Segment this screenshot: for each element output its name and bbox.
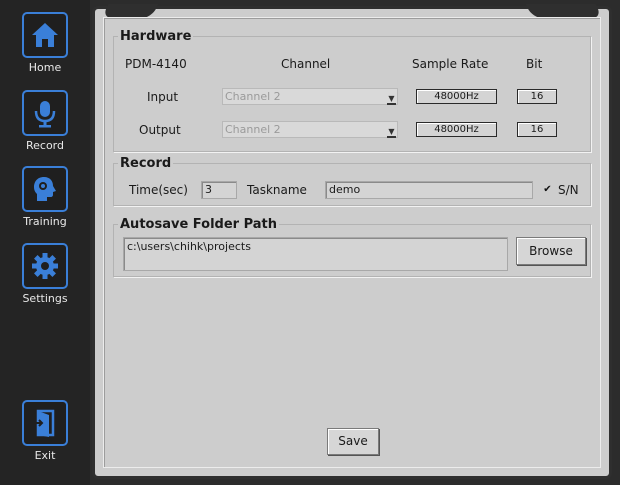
sidebar-item-label: Training (23, 215, 67, 228)
frame-tab-decoration (525, 4, 603, 18)
input-sample-rate: 48000Hz (416, 89, 497, 104)
sample-rate-column-header: Sample Rate (412, 57, 489, 71)
hardware-title: Hardware (120, 29, 192, 44)
browse-button[interactable]: Browse (516, 237, 586, 265)
sidebar: Home Record Training Settings Exit (0, 0, 90, 485)
sidebar-item-label: Home (28, 61, 62, 74)
autosave-path-field[interactable]: c:\users\chihk\projects (123, 237, 508, 271)
output-channel-select[interactable]: Channel 2 ▼ (222, 121, 398, 138)
output-channel-value: Channel 2 (225, 123, 281, 136)
dropdown-arrow-icon: ▼ (387, 123, 396, 138)
sidebar-item-record[interactable]: Record (0, 90, 90, 152)
output-label: Output (139, 123, 181, 137)
taskname-input[interactable]: demo (325, 181, 533, 199)
dropdown-arrow-icon: ▼ (387, 90, 396, 105)
exit-button[interactable]: Exit (0, 400, 90, 462)
input-label: Input (147, 90, 179, 104)
microphone-icon (22, 90, 68, 136)
sidebar-item-label: Record (25, 139, 64, 152)
bit-column-header: Bit (526, 57, 543, 71)
device-name: PDM-4140 (125, 57, 187, 71)
input-channel-value: Channel 2 (225, 90, 281, 103)
sidebar-item-label: Exit (34, 449, 56, 462)
main-panel: Hardware PDM-4140 Channel Sample Rate Bi… (92, 4, 612, 479)
autosave-title: Autosave Folder Path (120, 217, 278, 232)
gear-icon (22, 243, 68, 289)
sidebar-item-training[interactable]: Training (0, 166, 90, 228)
sn-checkbox[interactable]: ✔ (542, 184, 553, 195)
sidebar-item-label: Settings (22, 292, 68, 305)
sidebar-item-settings[interactable]: Settings (0, 243, 90, 305)
channel-column-header: Channel (281, 57, 331, 71)
time-input[interactable]: 3 (201, 181, 237, 199)
save-button[interactable]: Save (327, 428, 379, 455)
sn-label: S/N (558, 183, 579, 197)
time-label: Time(sec) (129, 183, 188, 197)
taskname-label: Taskname (247, 183, 307, 197)
frame-tab-decoration (101, 4, 159, 18)
head-brain-icon (22, 166, 68, 212)
input-bit: 16 (517, 89, 557, 104)
record-title: Record (120, 156, 172, 171)
input-channel-select[interactable]: Channel 2 ▼ (222, 88, 398, 105)
home-icon (22, 12, 68, 58)
sidebar-item-home[interactable]: Home (0, 12, 90, 74)
output-bit: 16 (517, 122, 557, 137)
output-sample-rate: 48000Hz (416, 122, 497, 137)
exit-door-icon (22, 400, 68, 446)
